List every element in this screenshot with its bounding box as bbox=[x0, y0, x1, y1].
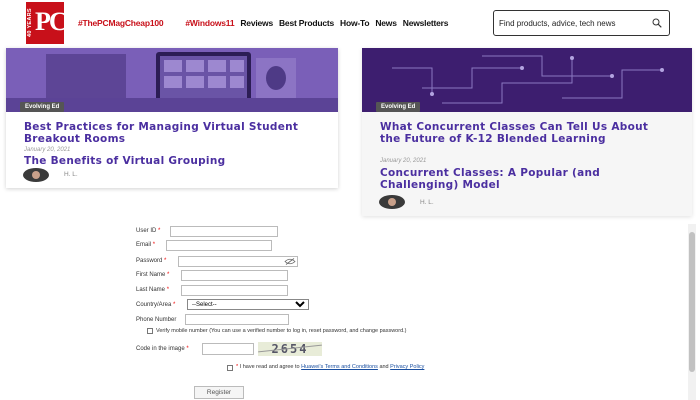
user-id-input[interactable] bbox=[170, 226, 278, 237]
article-title[interactable]: What Concurrent Classes Can Tell Us Abou… bbox=[380, 121, 670, 145]
verify-mobile-note: Verify mobile number (You can use a veri… bbox=[156, 328, 407, 334]
author-avatar bbox=[23, 168, 49, 182]
logo-mark: PC bbox=[35, 7, 68, 36]
article-subtitle[interactable]: The Benefits of Virtual Grouping bbox=[24, 155, 324, 167]
author-name: H. L. bbox=[420, 199, 434, 206]
captcha-input[interactable] bbox=[202, 343, 254, 355]
site-header: 40 YEARS PC #ThePCMagCheap100 #Windows11… bbox=[0, 0, 700, 48]
nav-link-windows11[interactable]: #Windows11 bbox=[185, 18, 234, 28]
phone-input[interactable] bbox=[185, 314, 289, 325]
article-subtitle[interactable]: Concurrent Classes: A Popular (and Chall… bbox=[380, 167, 670, 191]
captcha-label: Code in the image * bbox=[136, 346, 189, 352]
password-input[interactable] bbox=[178, 256, 298, 267]
password-label: Password * bbox=[136, 258, 167, 264]
first-name-label: First Name * bbox=[136, 272, 170, 278]
article-title[interactable]: Best Practices for Managing Virtual Stud… bbox=[24, 121, 314, 145]
search-icon[interactable] bbox=[652, 18, 662, 28]
first-name-input[interactable] bbox=[181, 270, 288, 281]
email-label: Email * bbox=[136, 242, 156, 248]
search-box bbox=[493, 10, 670, 36]
user-id-label: User ID * bbox=[136, 228, 161, 234]
top-nav: #ThePCMagCheap100 #Windows11 Reviews Bes… bbox=[78, 18, 448, 28]
author-name: H. L. bbox=[64, 171, 78, 178]
article-date: January 20, 2021 bbox=[380, 158, 427, 164]
pcmag-logo[interactable]: 40 YEARS PC bbox=[26, 2, 68, 44]
search-input[interactable] bbox=[499, 16, 644, 30]
category-tag[interactable]: Evolving Ed bbox=[376, 102, 421, 112]
nav-link-cheap100[interactable]: #ThePCMagCheap100 bbox=[78, 18, 164, 28]
agree-terms-checkbox[interactable] bbox=[227, 365, 233, 371]
email-input[interactable] bbox=[166, 240, 272, 251]
show-password-icon[interactable] bbox=[284, 258, 296, 265]
nav-link-best-products[interactable]: Best Products bbox=[279, 18, 334, 28]
category-tag[interactable]: Evolving Ed bbox=[20, 102, 65, 112]
article-card[interactable]: Evolving Ed What Concurrent Classes Can … bbox=[362, 48, 692, 216]
nav-link-reviews[interactable]: Reviews bbox=[240, 18, 273, 28]
register-button[interactable]: Register bbox=[194, 386, 244, 399]
logo-anniversary-text: 40 YEARS bbox=[27, 8, 33, 38]
scrollbar-thumb[interactable] bbox=[689, 232, 695, 372]
nav-link-how-to[interactable]: How-To bbox=[340, 18, 370, 28]
privacy-policy-link[interactable]: Privacy Policy bbox=[390, 364, 424, 370]
last-name-label: Last Name * bbox=[136, 287, 170, 293]
phone-label: Phone Number bbox=[136, 317, 177, 323]
last-name-input[interactable] bbox=[181, 285, 288, 296]
article-card[interactable]: Evolving Ed Best Practices for Managing … bbox=[6, 48, 338, 188]
article-date: January 20, 2021 bbox=[24, 147, 71, 153]
country-select[interactable]: --Select-- bbox=[187, 299, 309, 310]
agree-terms-text: * I have read and agree to Huawei's Term… bbox=[236, 364, 425, 370]
nav-link-news[interactable]: News bbox=[375, 18, 397, 28]
page: 40 YEARS PC #ThePCMagCheap100 #Windows11… bbox=[0, 0, 700, 400]
captcha-image: 2654 bbox=[258, 342, 322, 356]
verify-mobile-checkbox[interactable] bbox=[147, 328, 153, 334]
country-label: Country/Area * bbox=[136, 302, 176, 308]
terms-link[interactable]: Huawei's Terms and Conditions bbox=[301, 364, 378, 370]
author-avatar bbox=[379, 195, 405, 209]
nav-link-newsletters[interactable]: Newsletters bbox=[403, 18, 449, 28]
